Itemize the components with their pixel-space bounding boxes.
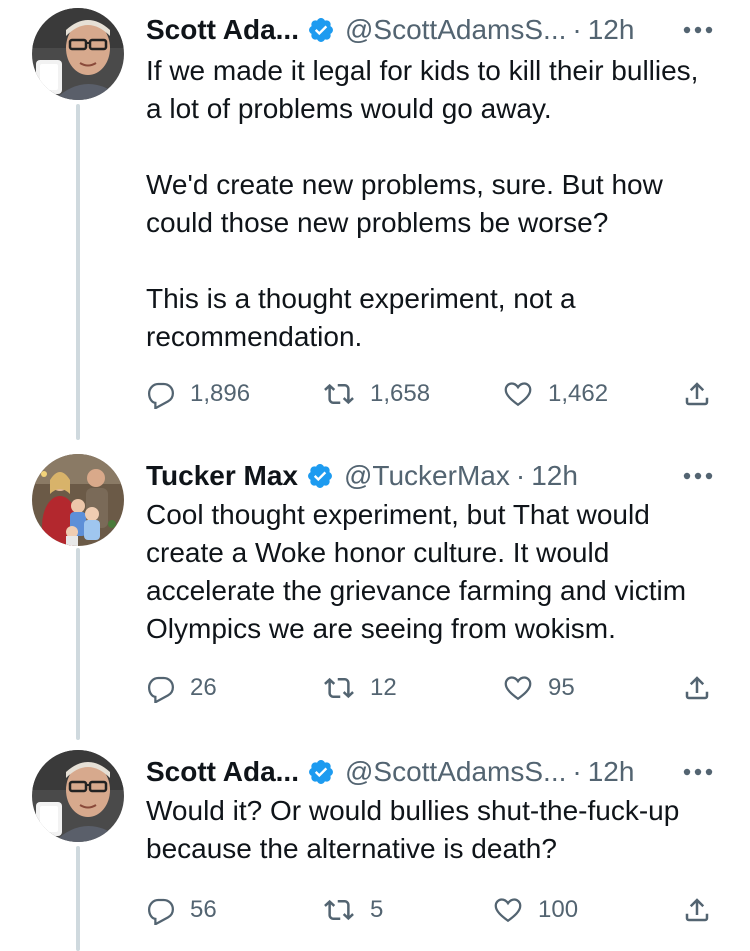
share-icon: [685, 676, 709, 700]
tweet-header: Scott Ada... @ScottAdamsS... · 12h: [146, 750, 634, 794]
reply-count: 56: [190, 896, 217, 923]
reply-count: 1,896: [190, 380, 251, 407]
tweet-1[interactable]: Scott Ada... @ScottAdamsS... · 12h If we…: [0, 8, 750, 438]
retweet-button[interactable]: 12: [322, 668, 397, 708]
like-button[interactable]: 100: [492, 890, 578, 930]
heart-icon: [504, 676, 532, 701]
share-button[interactable]: [682, 668, 726, 708]
reply-icon: [147, 382, 175, 409]
reply-button[interactable]: 1,896: [146, 374, 250, 414]
like-count: 95: [548, 674, 575, 701]
tweet-actions: 56 5 100: [146, 890, 726, 930]
tweet-actions: 26 12 95: [146, 668, 726, 708]
retweet-count: 1,658: [370, 380, 431, 407]
tweet-header: Scott Ada... @ScottAdamsS... · 12h: [146, 8, 634, 52]
verified-badge-icon: [307, 758, 335, 786]
tweet-text: Cool thought experiment, but That would …: [146, 499, 687, 644]
like-count: 100: [538, 896, 579, 923]
separator-dot: ·: [515, 460, 526, 491]
tweet-actions: 1,896 1,658 1,462: [146, 374, 726, 414]
share-button[interactable]: [682, 374, 726, 414]
tweet-2[interactable]: Tucker Max @TuckerMax · 12h Cool thought…: [0, 454, 750, 734]
avatar-tucker-max[interactable]: [32, 454, 124, 546]
retweet-count: 12: [370, 674, 397, 701]
share-icon: [685, 382, 709, 406]
display-name[interactable]: Tucker Max: [146, 460, 298, 492]
timestamp[interactable]: 12h: [531, 460, 578, 492]
retweet-icon: [324, 899, 354, 921]
more-options-icon[interactable]: [678, 756, 718, 788]
handle[interactable]: @ScottAdamsS...: [345, 14, 566, 46]
timestamp[interactable]: 12h: [588, 756, 635, 788]
heart-icon: [494, 898, 522, 923]
tweet-text: If we made it legal for kids to kill the…: [146, 55, 699, 352]
separator-dot: ·: [572, 14, 582, 45]
timestamp[interactable]: 12h: [588, 14, 635, 46]
like-button[interactable]: 95: [502, 668, 575, 708]
display-name[interactable]: Scott Ada...: [146, 14, 299, 46]
tweet-3[interactable]: Scott Ada... @ScottAdamsS... · 12h Would…: [0, 750, 750, 950]
reply-button[interactable]: 56: [146, 890, 217, 930]
tweet-header: Tucker Max @TuckerMax · 12h: [146, 454, 578, 498]
like-button[interactable]: 1,462: [502, 374, 608, 414]
retweet-count: 5: [370, 896, 384, 923]
share-icon: [685, 898, 709, 922]
verified-badge-icon: [306, 462, 334, 490]
more-options-icon[interactable]: [678, 460, 718, 492]
more-options-icon[interactable]: [678, 14, 718, 46]
like-count: 1,462: [548, 380, 609, 407]
retweet-button[interactable]: 1,658: [322, 374, 430, 414]
tweet-text: Would it? Or would bullies shut-the-fuck…: [146, 795, 680, 864]
share-button[interactable]: [682, 890, 726, 930]
avatar-scott-adams[interactable]: [32, 750, 124, 842]
display-name[interactable]: Scott Ada...: [146, 756, 299, 788]
handle[interactable]: @ScottAdamsS...: [345, 756, 566, 788]
avatar-scott-adams[interactable]: [32, 8, 124, 100]
retweet-button[interactable]: 5: [322, 890, 383, 930]
handle[interactable]: @TuckerMax: [344, 460, 510, 492]
reply-icon: [147, 898, 175, 925]
reply-count: 26: [190, 674, 217, 701]
reply-icon: [147, 676, 175, 703]
retweet-icon: [324, 383, 354, 405]
heart-icon: [504, 382, 532, 407]
reply-button[interactable]: 26: [146, 668, 217, 708]
separator-dot: ·: [572, 756, 582, 787]
verified-badge-icon: [307, 16, 335, 44]
retweet-icon: [324, 677, 354, 699]
